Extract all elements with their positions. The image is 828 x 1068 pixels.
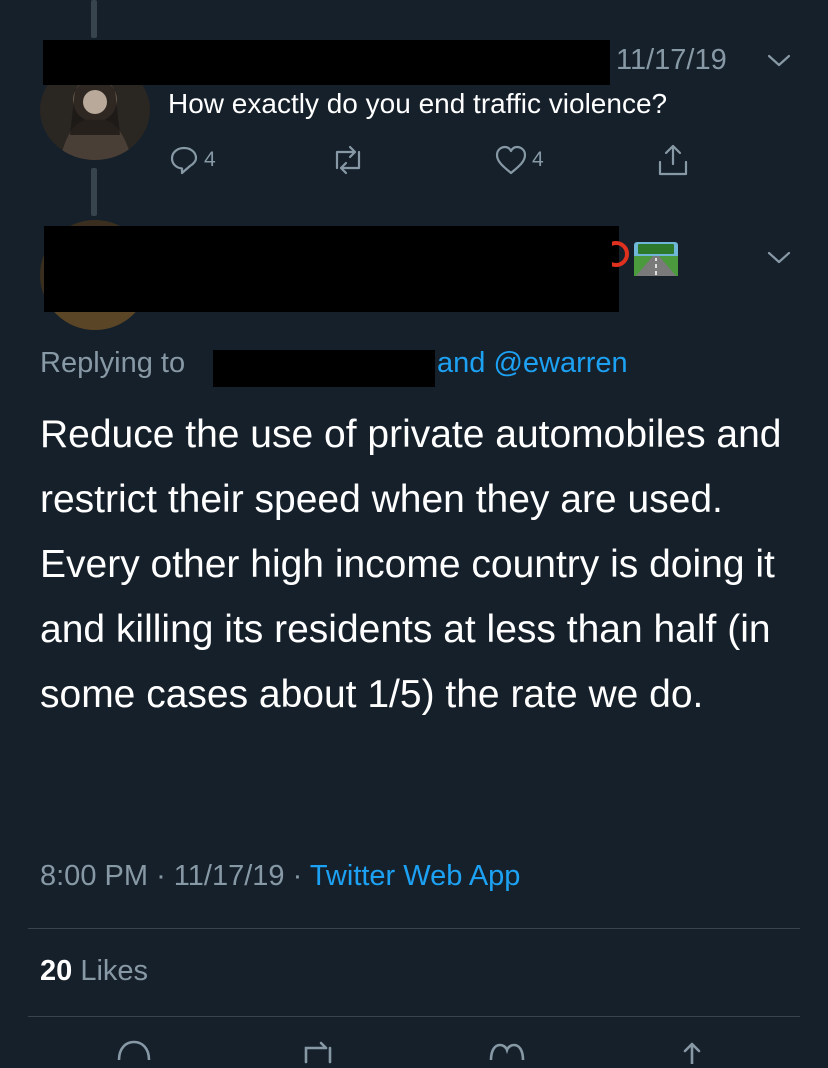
chevron-down-icon[interactable]	[766, 53, 792, 69]
reply-count: 4	[204, 148, 216, 171]
motorway-emoji	[634, 242, 678, 281]
likes-stat[interactable]: 20 Likes	[40, 955, 148, 988]
timestamp-row: 8:00 PM · 11/17/19 · Twitter Web App	[40, 860, 520, 893]
likes-label: Likes	[80, 955, 149, 987]
share-icon-top[interactable]	[658, 0, 686, 6]
separator: ·	[292, 860, 303, 892]
mention-link[interactable]: and @ewarren	[437, 347, 628, 380]
retweet-button[interactable]	[329, 144, 367, 176]
like-button[interactable]: 4	[494, 144, 544, 176]
tweet-time: 8:00 PM	[40, 860, 148, 892]
retweet-icon[interactable]	[296, 1040, 340, 1064]
share-icon[interactable]	[677, 1040, 707, 1064]
separator: ·	[156, 860, 166, 892]
share-icon	[656, 142, 690, 178]
likes-count: 20	[40, 955, 73, 987]
share-button[interactable]	[656, 142, 690, 178]
divider	[28, 928, 800, 929]
main-tweet-text: Reduce the use of private automobiles an…	[40, 413, 782, 716]
redacted-username	[43, 40, 610, 85]
redacted-display-name	[44, 226, 619, 312]
like-icon[interactable]	[487, 1040, 527, 1064]
reply-button[interactable]: 4	[168, 144, 216, 176]
parent-tweet-text: How exactly do you end traffic violence?	[168, 88, 668, 119]
badge-emoji	[603, 240, 630, 268]
chevron-down-icon[interactable]	[766, 250, 792, 266]
thread-line-middle	[91, 168, 97, 216]
thread-line-top	[91, 0, 97, 38]
tweet-date: 11/17/19	[616, 44, 727, 76]
like-icon	[494, 144, 528, 176]
reply-icon	[168, 144, 200, 176]
reply-icon[interactable]	[114, 1038, 154, 1068]
retweet-icon	[329, 144, 367, 176]
divider	[28, 1016, 800, 1017]
redacted-mention	[213, 350, 435, 387]
tweet-source-link[interactable]: Twitter Web App	[310, 860, 521, 892]
tweet-date-main: 11/17/19	[173, 860, 285, 892]
replying-label: Replying to	[40, 347, 186, 379]
like-count: 4	[532, 148, 544, 171]
